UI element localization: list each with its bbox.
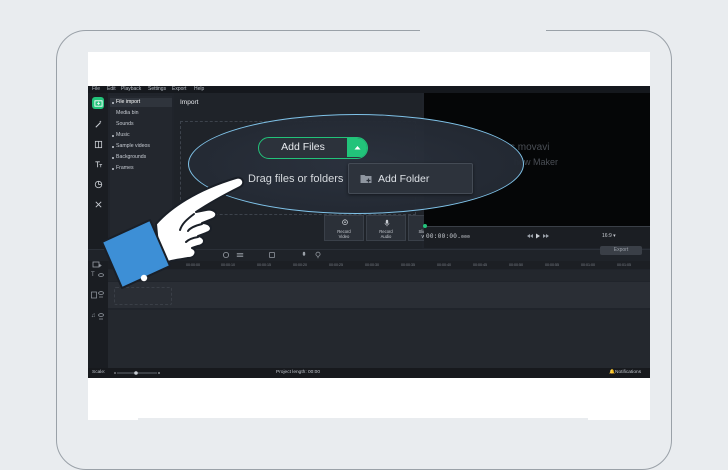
sidebar-item-media-bin[interactable]: Media bin [110, 109, 172, 118]
record-video-label-2: Video [338, 234, 350, 239]
ruler-tick: 00:01:05 [617, 263, 631, 267]
status-bar: Scale: Project length: 00:00 🔔 Notificat… [88, 368, 650, 378]
sidebar-item-music[interactable]: Music [110, 131, 172, 140]
scrub-handle[interactable] [423, 224, 427, 228]
frame-notch [420, 24, 546, 36]
menu-export[interactable]: Export [172, 86, 186, 93]
import-icon[interactable] [92, 97, 104, 109]
ruler-tick: 00:00:35 [401, 263, 415, 267]
add-files-label: Add Files [281, 141, 325, 153]
ruler-tick: 00:00:25 [329, 263, 343, 267]
crop-icon[interactable] [268, 251, 276, 259]
player-scrub-bar[interactable] [424, 226, 650, 227]
aspect-ratio-select[interactable]: 16:9 ▾ [602, 233, 616, 239]
menu-file[interactable]: File [92, 86, 100, 93]
sidebar-item-file-import[interactable]: File import [110, 98, 172, 107]
ruler-tick: 00:00:30 [365, 263, 379, 267]
menu-settings[interactable]: Settings [148, 86, 166, 93]
add-files-dropdown-toggle[interactable] [347, 138, 367, 157]
webcam-icon [342, 219, 348, 225]
pointing-hand-icon [101, 176, 245, 289]
menu-edit[interactable]: Edit [107, 86, 116, 93]
sidebar-item-sample-videos[interactable]: Sample videos [110, 142, 172, 151]
ruler-tick: 00:00:50 [509, 263, 523, 267]
ruler-tick: 00:00:40 [437, 263, 451, 267]
audio-track-icon: ♫ [91, 313, 96, 319]
notifications-link[interactable]: 🔔 Notifications [609, 368, 641, 378]
drag-files-hint: Drag files or folders [248, 173, 344, 185]
playback-controls-icon[interactable] [526, 233, 550, 239]
frame-gap [138, 418, 588, 422]
record-audio-button[interactable]: Record Audio [366, 215, 406, 241]
ruler-tick: 00:00:55 [545, 263, 559, 267]
ruler-tick: 00:00:20 [293, 263, 307, 267]
scale-label: Scale: [92, 370, 106, 375]
microphone-icon [384, 219, 390, 227]
magic-wand-icon[interactable] [92, 118, 104, 130]
sidebar-item-sounds[interactable]: Sounds [110, 120, 172, 129]
audio-track-mute-icon[interactable] [98, 312, 104, 322]
export-button[interactable]: Export [600, 246, 642, 255]
add-folder-menu-item[interactable]: Add Folder [378, 164, 429, 194]
menu-bar: File Edit Playback Settings Export Help [88, 86, 650, 93]
folder-plus-icon [360, 175, 372, 183]
record-video-button[interactable]: Record Video [324, 215, 364, 241]
transitions-icon[interactable] [92, 138, 104, 150]
record-audio-label-2: Audio [380, 234, 392, 239]
ruler-tick: 00:00:15 [257, 263, 271, 267]
ruler-tick: 00:01:00 [581, 263, 595, 267]
project-length: Project length: 00:00 [276, 370, 321, 375]
record-voice-icon[interactable] [300, 251, 308, 259]
text-track-icon: T [91, 272, 95, 278]
ruler-tick: 00:00:45 [473, 263, 487, 267]
marker-icon[interactable] [314, 251, 322, 259]
chevron-up-icon [354, 146, 360, 150]
menu-help[interactable]: Help [194, 86, 204, 93]
video-track-icon [91, 291, 97, 299]
scale-slider[interactable] [114, 371, 160, 375]
menu-playback[interactable]: Playback [121, 86, 141, 93]
add-files-dropdown-menu: Add Folder [348, 163, 473, 194]
import-title: Import [180, 99, 199, 106]
sidebar-item-backgrounds[interactable]: Backgrounds [110, 153, 172, 162]
player-timecode: 00:00:00.000 [426, 233, 471, 240]
add-files-button[interactable]: Add Files [258, 137, 368, 159]
audio-track[interactable] [108, 310, 650, 368]
